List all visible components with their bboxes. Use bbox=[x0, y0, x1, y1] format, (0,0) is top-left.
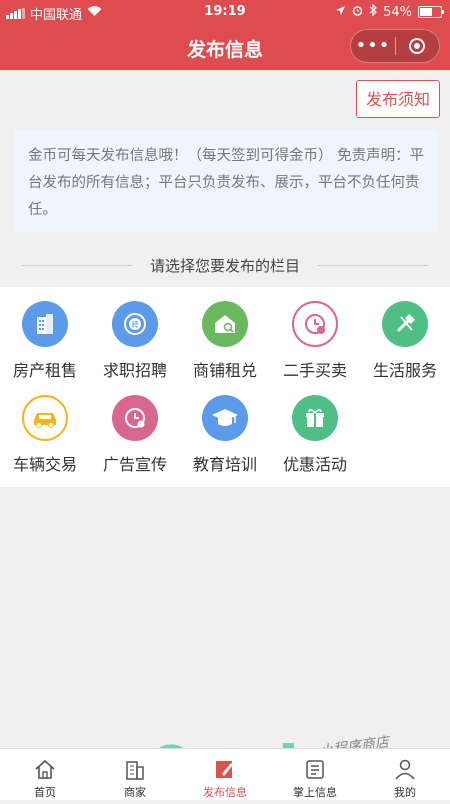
tab-bar: 首页 商家 发布信息 掌上信息 我的 bbox=[0, 748, 450, 800]
category-label: 商铺租兑 bbox=[192, 361, 257, 380]
tools-icon bbox=[382, 301, 428, 347]
home-icon bbox=[32, 757, 58, 781]
recruit-icon: 聘 bbox=[112, 301, 158, 347]
close-capsule-button[interactable] bbox=[396, 38, 439, 54]
status-bar: 中国联通 19:19 54% bbox=[0, 0, 450, 24]
category-label: 求职招聘 bbox=[102, 361, 167, 380]
tab-publish[interactable]: 发布信息 bbox=[180, 749, 270, 801]
category-item[interactable]: 广告宣传 bbox=[90, 381, 180, 474]
category-label: 广告宣传 bbox=[102, 455, 167, 474]
category-grid: 房产租售 聘 求职招聘 商铺租兑 二手买卖 生活服务 车辆交易 广告宣传 教育培… bbox=[0, 287, 450, 487]
user-icon bbox=[392, 757, 418, 781]
tab-news[interactable]: 掌上信息 bbox=[270, 749, 360, 801]
status-right: 54% bbox=[335, 3, 444, 20]
info-notice: 金币可每天发布信息哦！（每天签到可得金币） 免责声明：平台发布的所有信息；平台只… bbox=[14, 130, 437, 232]
battery-icon bbox=[418, 6, 444, 18]
category-item[interactable]: 教育培训 bbox=[180, 381, 270, 474]
tab-mine[interactable]: 我的 bbox=[360, 749, 450, 801]
section-title: 请选择您要发布的栏目 bbox=[149, 257, 300, 275]
category-label: 优惠活动 bbox=[282, 455, 347, 474]
tab-label: 商家 bbox=[124, 786, 146, 799]
category-label: 教育培训 bbox=[192, 455, 257, 474]
section-divider: 请选择您要发布的栏目 bbox=[22, 256, 428, 276]
tab-label: 首页 bbox=[34, 786, 56, 799]
store-icon bbox=[122, 757, 148, 781]
edit-icon bbox=[212, 757, 238, 781]
category-label: 生活服务 bbox=[372, 361, 437, 380]
bluetooth-icon bbox=[369, 3, 377, 20]
tab-label: 掌上信息 bbox=[293, 786, 337, 799]
alarm-icon bbox=[352, 5, 363, 20]
tab-home[interactable]: 首页 bbox=[0, 749, 90, 801]
nav-bar: 发布信息 ••• bbox=[0, 24, 450, 70]
building-icon bbox=[22, 301, 68, 347]
shop-icon bbox=[202, 301, 248, 347]
target-icon bbox=[409, 38, 426, 54]
category-item[interactable]: 房产租售 bbox=[0, 287, 90, 380]
category-item[interactable]: 生活服务 bbox=[360, 287, 450, 380]
category-item[interactable]: 商铺租兑 bbox=[180, 287, 270, 380]
category-label: 车辆交易 bbox=[12, 455, 77, 474]
tab-merchants[interactable]: 商家 bbox=[90, 749, 180, 801]
news-icon bbox=[302, 757, 328, 781]
battery-percent: 54% bbox=[383, 4, 412, 20]
gift-icon bbox=[292, 395, 338, 441]
ad-clock-icon bbox=[112, 395, 158, 441]
category-label: 房产租售 bbox=[12, 361, 77, 380]
publish-notice-button[interactable]: 发布须知 bbox=[356, 80, 440, 118]
location-icon bbox=[335, 5, 346, 20]
more-icon[interactable]: ••• bbox=[351, 31, 395, 61]
graduation-cap-icon bbox=[202, 395, 248, 441]
secondhand-clock-icon bbox=[292, 301, 338, 347]
mini-program-capsule: ••• bbox=[350, 29, 440, 63]
category-item[interactable]: 二手买卖 bbox=[270, 287, 360, 380]
tab-label: 发布信息 bbox=[203, 786, 247, 799]
category-label: 二手买卖 bbox=[282, 361, 347, 380]
category-item[interactable]: 车辆交易 bbox=[0, 381, 90, 474]
tab-label: 我的 bbox=[394, 786, 416, 799]
category-item[interactable]: 优惠活动 bbox=[270, 381, 360, 474]
car-icon bbox=[22, 395, 68, 441]
category-item[interactable]: 聘 求职招聘 bbox=[90, 287, 180, 380]
svg-text:聘: 聘 bbox=[132, 320, 139, 329]
